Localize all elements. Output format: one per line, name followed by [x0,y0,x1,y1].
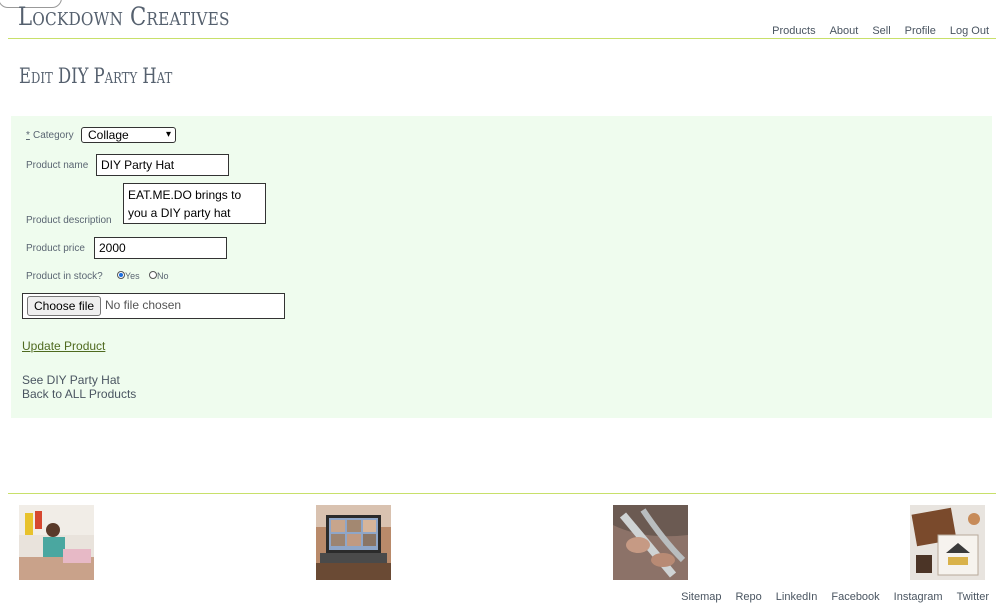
image-file-input[interactable]: Choose file No file chosen [22,293,285,319]
stock-label: Product in stock? [26,271,103,282]
footer-instagram-link[interactable]: Instagram [894,591,943,603]
footer-twitter-link[interactable]: Twitter [957,591,989,603]
nav-profile[interactable]: Profile [905,25,936,37]
back-to-products-link[interactable]: Back to ALL Products [22,387,136,401]
update-product-button[interactable]: Update Product [22,339,105,353]
footer-repo-link[interactable]: Repo [735,591,761,603]
nav-about[interactable]: About [830,25,859,37]
nav-products[interactable]: Products [772,25,815,37]
main-nav: Products About Sell Profile Log Out [772,25,989,37]
footer-sitemap-link[interactable]: Sitemap [681,591,721,603]
stock-no-radio[interactable] [149,271,157,279]
stock-yes-radio[interactable] [117,271,125,279]
product-description-textarea[interactable]: EAT.ME.DO brings to you a DIY party hat [123,183,266,224]
footer-linkedin-link[interactable]: LinkedIn [776,591,818,603]
footer-facebook-link[interactable]: Facebook [831,591,879,603]
footer-links: Sitemap Repo LinkedIn Facebook Instagram… [681,591,989,603]
stock-yes-label: Yes [125,271,140,281]
required-marker: * [26,130,30,141]
see-product-link[interactable]: See DIY Party Hat [22,373,120,387]
price-label: Product price [26,243,85,254]
chevron-down-icon: ▾ [165,129,171,140]
page-title: Edit DIY Party Hat [19,64,173,88]
stock-no-label: No [157,271,169,281]
site-header: Lockdown Creatives Products About Sell P… [0,0,996,39]
choose-file-button[interactable]: Choose file [27,296,102,316]
footer-image-crafting-person [19,505,94,580]
product-price-input[interactable]: 2000 [94,237,227,259]
nav-logout[interactable]: Log Out [950,25,989,37]
file-status: No file chosen [105,298,182,312]
category-value: Collage [88,128,129,142]
category-label: Category [33,130,74,141]
footer-image-hands-weaving [613,505,688,580]
name-label: Product name [26,160,89,171]
product-name-input[interactable]: DIY Party Hat [96,154,229,176]
footer-image-craft-kit [910,505,985,580]
nav-sell[interactable]: Sell [872,25,890,37]
footer-image-laptop-call [316,505,391,580]
description-label: Product description [26,215,112,226]
category-select[interactable]: Collage ▾ [81,127,176,143]
footer-divider [8,493,996,494]
site-logo[interactable]: Lockdown Creatives [18,2,230,31]
